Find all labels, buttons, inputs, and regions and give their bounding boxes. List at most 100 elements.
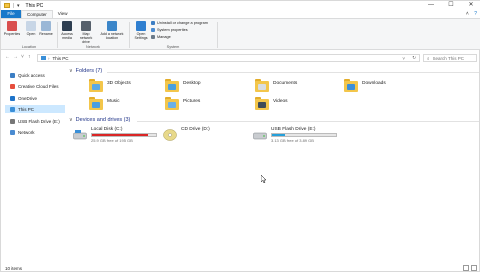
divider (129, 22, 130, 48)
divider (13, 3, 14, 8)
map-network-drive-button[interactable]: Map network drive (77, 21, 95, 44)
open-settings-button[interactable]: Open Settings (132, 21, 150, 40)
access-media-button[interactable]: Access media (58, 21, 76, 40)
folder-downloads[interactable]: Downloads (344, 79, 424, 99)
item-count: 10 items (5, 265, 23, 271)
nav-item-this-pc[interactable]: This PC (5, 105, 65, 113)
close-button[interactable]: ✕ (461, 1, 480, 10)
usb-drive-icon (253, 132, 267, 140)
refresh-button[interactable]: ↻ (412, 55, 416, 61)
open-label: Open (26, 32, 36, 36)
folder-3d-objects[interactable]: 3D Objects (89, 79, 169, 99)
collapse-ribbon-button[interactable]: ˄ (466, 11, 469, 17)
maximize-button[interactable]: ☐ (441, 1, 461, 10)
content-area: ∨ Folders (7) ∨ Devices and drives (3) 3… (67, 65, 480, 263)
manage-icon (151, 35, 155, 39)
properties-button[interactable]: Properties (3, 21, 21, 36)
drives-section-header[interactable]: ∨ Devices and drives (3) (69, 117, 130, 123)
recent-locations-button[interactable]: ˅ (21, 54, 24, 60)
drive-usb-flash-drive-e[interactable]: USB Flash Drive (E:) 3.13 GB free of 3.89… (253, 127, 343, 147)
folder-documents[interactable]: Documents (255, 79, 335, 99)
chevron-down-icon: ∨ (69, 68, 73, 74)
folder-music[interactable]: Music (89, 97, 169, 117)
nav-icon (10, 118, 15, 124)
divider (107, 72, 479, 73)
ribbon-tabs: File Computer View ˄ ? (1, 10, 480, 18)
nav-item-quick-access[interactable]: Quick access (5, 71, 65, 79)
drive-cd-drive-d[interactable]: CD Drive (D:) (163, 127, 253, 147)
rename-button[interactable]: Rename (37, 21, 55, 36)
large-icons-view-button[interactable] (471, 265, 477, 271)
add-network-location-button[interactable]: Add a network location (99, 21, 125, 40)
address-bar[interactable]: › This PC ˅ ↻ (37, 54, 420, 62)
mouse-cursor-icon (261, 175, 267, 183)
divider (217, 22, 218, 48)
system-properties-button[interactable]: System properties (151, 28, 188, 32)
nav-item-label: Quick access (18, 72, 45, 78)
forward-button[interactable]: → (13, 54, 18, 60)
tab-computer[interactable]: Computer (21, 10, 53, 18)
media-icon (62, 21, 72, 31)
folder-icon (255, 97, 269, 110)
quick-access-toolbar-dropdown[interactable]: ▾ (17, 3, 20, 9)
help-button[interactable]: ? (474, 11, 477, 17)
folder-videos[interactable]: Videos (255, 97, 335, 117)
drive-free-space: 25.9 GB free of 195 GB (91, 138, 133, 143)
manage-label: Manage (157, 35, 171, 39)
folder-desktop[interactable]: Desktop (165, 79, 245, 99)
folder-label: Videos (273, 99, 288, 104)
title-bar: ▾ This PC — ☐ ✕ (1, 1, 480, 10)
drives-section-label: Devices and drives (3) (75, 117, 131, 123)
breadcrumb-this-pc[interactable]: This PC (53, 56, 69, 61)
details-view-button[interactable] (463, 265, 469, 271)
drive-label: CD Drive (D:) (181, 127, 210, 132)
properties-label: Properties (3, 32, 21, 36)
open-settings-label: Open Settings (134, 32, 148, 40)
nav-item-label: Network (18, 129, 35, 135)
nav-item-label: This PC (18, 106, 35, 112)
folders-section-label: Folders (7) (75, 68, 103, 74)
folder-pictures[interactable]: Pictures (165, 97, 245, 117)
search-box[interactable]: ⌕ (423, 54, 477, 62)
minimize-button[interactable]: — (421, 1, 441, 10)
back-button[interactable]: ← (5, 54, 10, 60)
nav-item-network[interactable]: Network (5, 128, 65, 136)
breadcrumb-separator: › (48, 55, 50, 61)
ribbon: Properties Open Rename Location Access m… (1, 18, 480, 50)
rename-label: Rename (39, 32, 53, 36)
nav-item-onedrive[interactable]: OneDrive (5, 94, 65, 102)
add-network-location-label: Add a network location (100, 32, 124, 40)
uninstall-program-button[interactable]: Uninstall or change a program (151, 21, 208, 25)
search-input[interactable] (432, 55, 477, 61)
folder-icon (165, 79, 179, 92)
folder-icon (89, 79, 103, 92)
file-explorer-window: ▾ This PC — ☐ ✕ File Computer View ˄ ? P… (0, 0, 480, 272)
nav-icon (10, 83, 15, 89)
divider (137, 121, 479, 122)
folder-label: Pictures (183, 99, 201, 104)
network-drive-icon (81, 21, 91, 31)
nav-item-label: USB Flash Drive (E:) (18, 118, 60, 124)
nav-item-usb-flash-drive-e[interactable]: USB Flash Drive (E:) (5, 117, 65, 125)
computer-icon (41, 56, 46, 60)
up-button[interactable]: ↑ (28, 54, 31, 60)
folder-label: Downloads (362, 81, 386, 86)
window-title: This PC (25, 2, 44, 9)
nav-item-label: Creative Cloud Files (18, 83, 59, 89)
drive-usage-bar (91, 133, 157, 137)
drive-local-disk-c[interactable]: Local Disk (C:) 25.9 GB free of 195 GB (73, 127, 163, 147)
tab-file[interactable]: File (1, 10, 21, 18)
chevron-down-icon: ∨ (69, 117, 73, 123)
manage-button[interactable]: Manage (151, 35, 171, 39)
nav-item-creative-cloud-files[interactable]: Creative Cloud Files (5, 82, 65, 90)
access-media-label: Access media (61, 32, 73, 40)
folders-section-header[interactable]: ∨ Folders (7) (69, 68, 102, 74)
folder-label: Music (107, 99, 120, 104)
nav-item-label: OneDrive (18, 95, 38, 101)
cd-drive-icon (163, 129, 177, 141)
nav-icon (10, 72, 15, 78)
group-location-label: Location (21, 45, 37, 49)
address-dropdown-button[interactable]: ˅ (402, 56, 405, 61)
search-icon: ⌕ (427, 55, 430, 61)
tab-view[interactable]: View (53, 10, 73, 18)
